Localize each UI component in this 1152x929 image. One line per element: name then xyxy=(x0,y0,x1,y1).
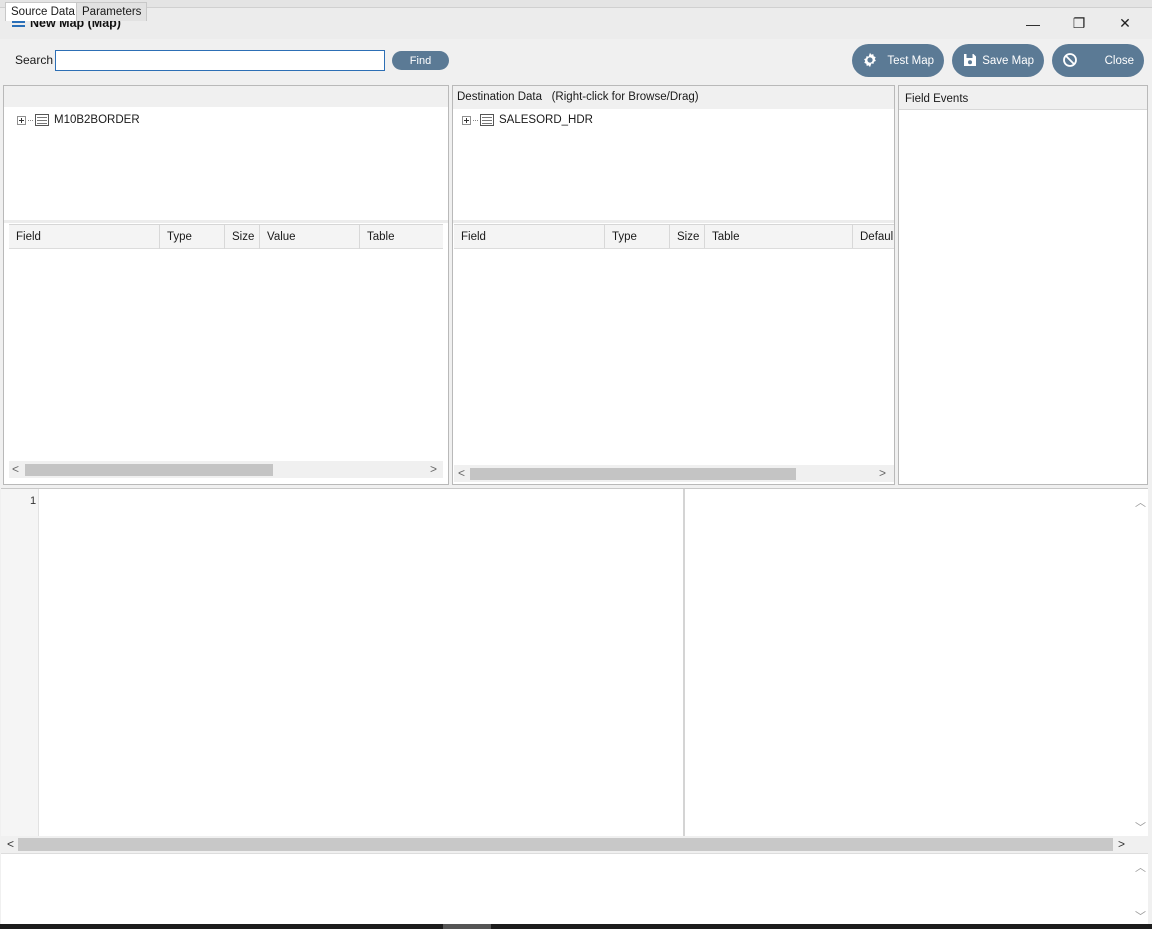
expand-icon[interactable] xyxy=(462,115,471,125)
search-input[interactable] xyxy=(55,50,385,71)
column-type[interactable]: Type xyxy=(605,225,670,248)
test-map-button[interactable]: Test Map xyxy=(852,44,944,77)
tree-item-label: M10B2BORDER xyxy=(54,114,140,126)
output-pane[interactable]: ︿ ﹀ xyxy=(1,853,1148,924)
scroll-left-icon[interactable]: < xyxy=(458,466,465,480)
taskbar xyxy=(0,924,1152,929)
maximize-button[interactable]: ❐ xyxy=(1056,8,1102,39)
scroll-right-icon[interactable]: > xyxy=(1118,837,1125,851)
close-window-button[interactable]: ✕ xyxy=(1102,8,1148,39)
table-icon xyxy=(35,114,49,126)
close-button[interactable]: Close xyxy=(1052,44,1144,77)
column-field[interactable]: Field xyxy=(9,225,160,249)
cancel-icon xyxy=(1063,53,1077,67)
editor-hscroll-thumb[interactable] xyxy=(18,838,1113,851)
scroll-down-icon[interactable]: ﹀ xyxy=(1135,908,1146,924)
source-grid-header: Field Type Size Value Table xyxy=(9,224,443,249)
source-panel xyxy=(3,85,449,485)
top-strip xyxy=(0,0,1152,8)
destination-grid-header: Field Type Size Table Defaul xyxy=(454,224,894,249)
line-gutter xyxy=(1,489,39,836)
field-events-panel xyxy=(898,85,1148,485)
tab-source-data[interactable]: Source Data xyxy=(5,2,81,21)
source-tabstrip xyxy=(4,86,448,107)
destination-splitter[interactable] xyxy=(453,220,894,223)
scroll-right-icon[interactable]: > xyxy=(879,466,886,480)
expand-icon[interactable] xyxy=(17,115,26,125)
scroll-down-icon[interactable]: ﹀ xyxy=(1135,819,1146,835)
field-events-header: Field Events xyxy=(905,93,969,105)
column-table[interactable]: Table xyxy=(705,225,853,248)
save-map-label: Save Map xyxy=(982,55,1034,67)
column-size[interactable]: Size xyxy=(670,225,705,248)
test-map-label: Test Map xyxy=(887,55,934,67)
save-icon xyxy=(964,54,976,66)
scroll-thumb[interactable] xyxy=(25,464,273,476)
find-button[interactable]: Find xyxy=(392,51,449,70)
column-type[interactable]: Type xyxy=(160,225,225,249)
destination-hscrollbar[interactable]: < > xyxy=(454,465,894,482)
code-editor[interactable] xyxy=(1,488,1148,836)
line-number: 1 xyxy=(30,495,37,507)
scroll-up-icon[interactable]: ︿ xyxy=(1135,859,1146,875)
column-value[interactable]: Value xyxy=(260,225,360,249)
editor-splitter[interactable] xyxy=(683,489,685,836)
save-map-button[interactable]: Save Map xyxy=(952,44,1044,77)
column-table[interactable]: Table xyxy=(360,225,443,249)
scroll-thumb[interactable] xyxy=(470,468,796,480)
taskbar-active-item[interactable] xyxy=(443,924,491,929)
source-splitter[interactable] xyxy=(4,220,448,223)
tree-item-label: SALESORD_HDR xyxy=(499,114,593,126)
minimize-button[interactable]: — xyxy=(1010,8,1056,39)
tree-item-destination-table[interactable]: SALESORD_HDR xyxy=(462,114,593,126)
scroll-right-icon[interactable]: > xyxy=(430,462,437,476)
source-hscrollbar[interactable]: < > xyxy=(9,461,443,478)
destination-panel xyxy=(452,85,895,485)
title-bar xyxy=(0,8,1152,39)
table-icon xyxy=(480,114,494,126)
scroll-left-icon[interactable]: < xyxy=(12,462,19,476)
search-label: Search xyxy=(15,53,54,67)
tab-parameters[interactable]: Parameters xyxy=(76,2,148,21)
editor-vscrollbar[interactable]: ︿ ﹀ xyxy=(1131,489,1148,836)
close-label: Close xyxy=(1104,55,1134,67)
scroll-up-icon[interactable]: ︿ xyxy=(1135,494,1146,510)
column-default[interactable]: Defaul xyxy=(853,225,894,248)
column-field[interactable]: Field xyxy=(454,225,605,248)
tree-item-source-table[interactable]: M10B2BORDER xyxy=(17,114,140,126)
scroll-left-icon[interactable]: < xyxy=(7,837,14,851)
gear-icon xyxy=(864,52,876,68)
column-size[interactable]: Size xyxy=(225,225,260,249)
destination-header: Destination Data (Right-click for Browse… xyxy=(457,91,699,103)
